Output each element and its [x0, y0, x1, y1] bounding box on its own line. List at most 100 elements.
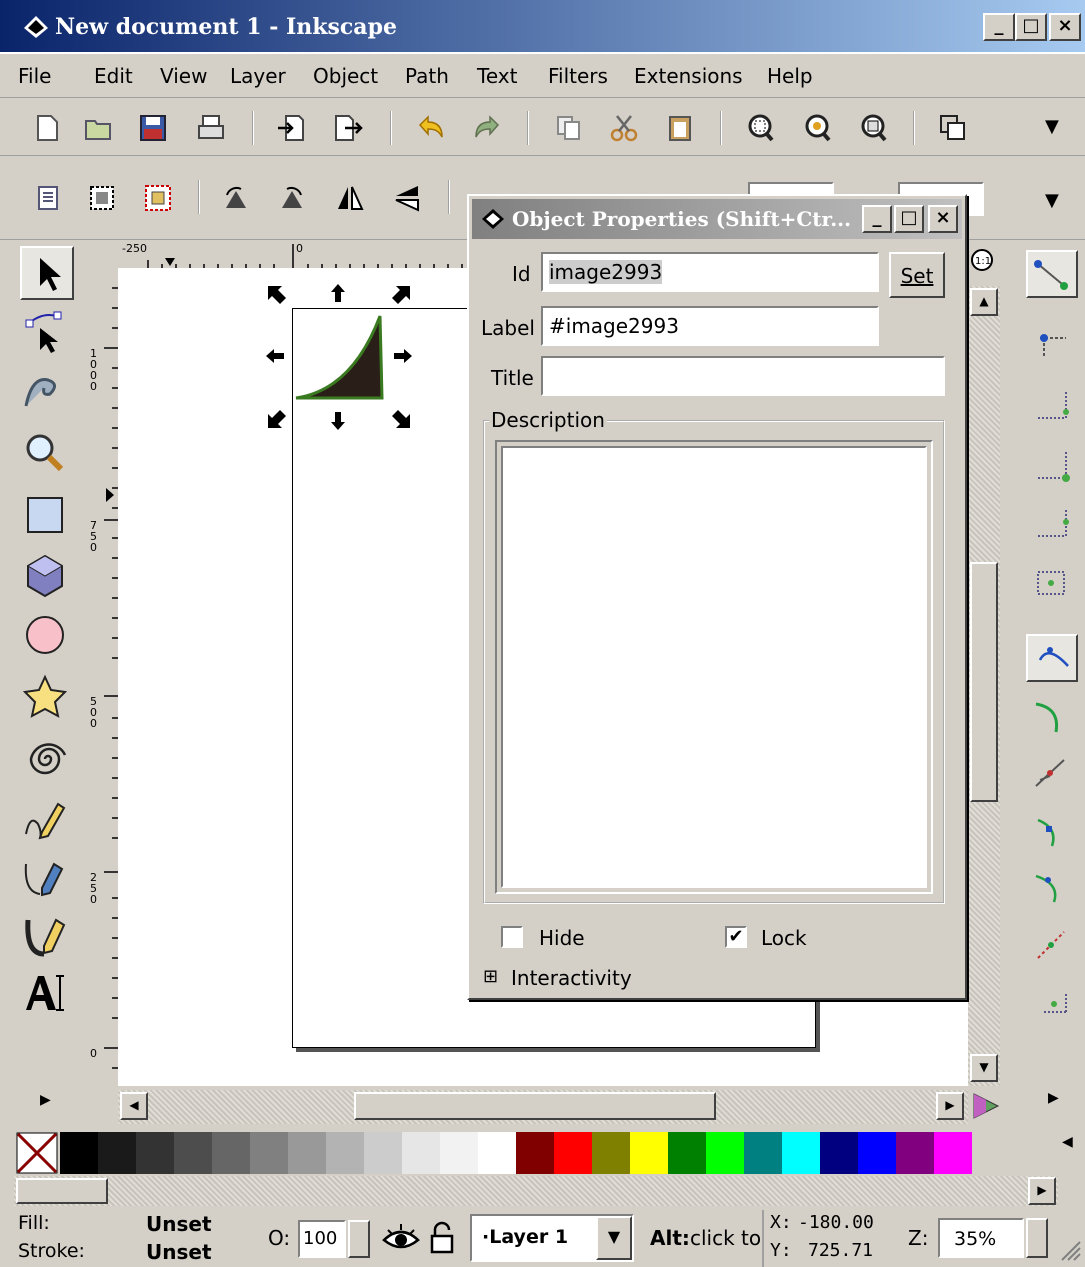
- id-input[interactable]: image2993: [541, 252, 879, 292]
- color-swatch[interactable]: [592, 1132, 630, 1174]
- no-paint-swatch[interactable]: [16, 1132, 58, 1174]
- palette-scrollbar[interactable]: ▶: [14, 1176, 1058, 1206]
- layer-dropdown-arrow[interactable]: ▼: [596, 1216, 632, 1260]
- new-document-icon[interactable]: [32, 113, 62, 143]
- text-tool[interactable]: [20, 968, 74, 1022]
- menu-path[interactable]: Path: [405, 64, 449, 88]
- rotate-cw-icon[interactable]: [277, 183, 307, 213]
- spiral-tool[interactable]: [20, 734, 74, 788]
- menu-layer[interactable]: Layer: [230, 64, 286, 88]
- color-swatch[interactable]: [554, 1132, 592, 1174]
- menu-help[interactable]: Help: [767, 64, 813, 88]
- opacity-spinner[interactable]: [348, 1220, 370, 1258]
- snap-bbox-icon[interactable]: [1026, 322, 1078, 370]
- snap-bbox-midpoint-icon[interactable]: [1026, 500, 1078, 548]
- zoom-page-icon[interactable]: [858, 113, 888, 143]
- snap-bbox-corner-icon[interactable]: [1026, 442, 1078, 490]
- snap-bbox-edge-icon[interactable]: [1026, 382, 1078, 430]
- color-swatch[interactable]: [440, 1132, 478, 1174]
- dialog-titlebar[interactable]: Object Properties (Shift+Ctr... _ □ ×: [472, 199, 962, 239]
- interactivity-label[interactable]: Interactivity: [511, 966, 632, 990]
- deselect-icon[interactable]: [143, 183, 173, 213]
- snap-object-center-icon[interactable]: [1026, 976, 1078, 1024]
- 3d-box-tool[interactable]: [20, 550, 74, 604]
- scroll-down-button[interactable]: ▼: [970, 1054, 998, 1082]
- color-swatch[interactable]: [326, 1132, 364, 1174]
- undo-icon[interactable]: [416, 113, 446, 143]
- calligraphy-tool[interactable]: [20, 910, 74, 964]
- scroll-right-button[interactable]: ▶: [936, 1092, 964, 1120]
- zoom-input[interactable]: 35%: [938, 1218, 1024, 1258]
- snap-toggle-button[interactable]: [1026, 250, 1078, 298]
- eye-visibility-icon[interactable]: [382, 1222, 420, 1254]
- toolbar-overflow-icon[interactable]: ▼: [1045, 190, 1059, 211]
- menu-filters[interactable]: Filters: [548, 64, 608, 88]
- snap-paths-icon[interactable]: [1026, 694, 1078, 742]
- color-swatch[interactable]: [136, 1132, 174, 1174]
- color-swatch[interactable]: [706, 1132, 744, 1174]
- set-button[interactable]: Set: [889, 252, 945, 298]
- color-swatch[interactable]: [516, 1132, 554, 1174]
- export-icon[interactable]: [333, 113, 363, 143]
- snapbar-expand-icon[interactable]: ▶: [1048, 1090, 1059, 1106]
- pen-tool[interactable]: [20, 852, 74, 906]
- zoom-drawing-icon[interactable]: [802, 113, 832, 143]
- color-swatch[interactable]: [630, 1132, 668, 1174]
- color-swatch[interactable]: [174, 1132, 212, 1174]
- color-swatch[interactable]: [744, 1132, 782, 1174]
- minimize-button[interactable]: _: [983, 13, 1015, 41]
- color-swatch[interactable]: [402, 1132, 440, 1174]
- horizontal-scroll-thumb[interactable]: [354, 1092, 716, 1120]
- node-tool[interactable]: [20, 306, 74, 360]
- fill-value[interactable]: Unset: [146, 1212, 212, 1236]
- star-tool[interactable]: [20, 672, 74, 726]
- opacity-input[interactable]: 100: [298, 1220, 346, 1258]
- color-swatch[interactable]: [668, 1132, 706, 1174]
- snap-bbox-center-icon[interactable]: [1026, 558, 1078, 606]
- ellipse-tool[interactable]: [20, 610, 74, 664]
- palette-scroll-right[interactable]: ▶: [1028, 1177, 1056, 1205]
- color-swatch[interactable]: [858, 1132, 896, 1174]
- flip-vertical-icon[interactable]: [392, 183, 422, 213]
- close-button[interactable]: ×: [1049, 13, 1081, 41]
- palette-scroll-thumb[interactable]: [16, 1178, 108, 1204]
- maximize-button[interactable]: □: [1015, 13, 1047, 41]
- rectangle-tool[interactable]: [20, 490, 74, 544]
- resize-grip-icon[interactable]: [1060, 1240, 1082, 1262]
- color-manage-icon[interactable]: [970, 1090, 1002, 1122]
- dialog-close-button[interactable]: ×: [928, 205, 958, 233]
- snap-nodes-button[interactable]: [1026, 634, 1078, 682]
- color-swatch[interactable]: [896, 1132, 934, 1174]
- selection-handles[interactable]: [264, 282, 414, 432]
- color-swatch[interactable]: [820, 1132, 858, 1174]
- tweak-tool[interactable]: [20, 366, 74, 420]
- zoom-spinner[interactable]: [1026, 1218, 1048, 1258]
- redo-icon[interactable]: [472, 113, 502, 143]
- menu-object[interactable]: Object: [313, 64, 378, 88]
- snap-intersections-icon[interactable]: [1026, 750, 1078, 798]
- color-swatch[interactable]: [934, 1132, 972, 1174]
- lock-label[interactable]: Lock: [761, 926, 807, 950]
- menu-extensions[interactable]: Extensions: [634, 64, 743, 88]
- zoom-1to1-icon[interactable]: 1:1: [968, 242, 1000, 286]
- menu-text[interactable]: Text: [477, 64, 517, 88]
- save-icon[interactable]: [138, 113, 168, 143]
- rotate-ccw-icon[interactable]: [221, 183, 251, 213]
- menu-file[interactable]: File: [18, 64, 51, 88]
- lock-checkbox[interactable]: ✔: [725, 926, 747, 948]
- paste-icon[interactable]: [665, 113, 695, 143]
- title-input[interactable]: [541, 356, 945, 396]
- layer-dropdown[interactable]: ·Layer 1 ▼: [470, 1214, 634, 1262]
- color-swatch[interactable]: [212, 1132, 250, 1174]
- scroll-left-button[interactable]: ◀: [120, 1092, 148, 1120]
- toolbox-expand-icon[interactable]: ▶: [40, 1092, 51, 1108]
- print-icon[interactable]: [196, 113, 226, 143]
- pencil-tool[interactable]: [20, 794, 74, 848]
- vertical-scrollbar[interactable]: 1:1 ▲ ▼: [968, 242, 1000, 1086]
- toolbar-overflow-icon[interactable]: ▼: [1045, 116, 1059, 137]
- description-textarea[interactable]: [501, 446, 927, 888]
- palette-menu-icon[interactable]: ◀: [1062, 1134, 1073, 1150]
- color-swatch[interactable]: [478, 1132, 516, 1174]
- cut-icon[interactable]: [609, 113, 639, 143]
- hide-checkbox[interactable]: [501, 926, 523, 948]
